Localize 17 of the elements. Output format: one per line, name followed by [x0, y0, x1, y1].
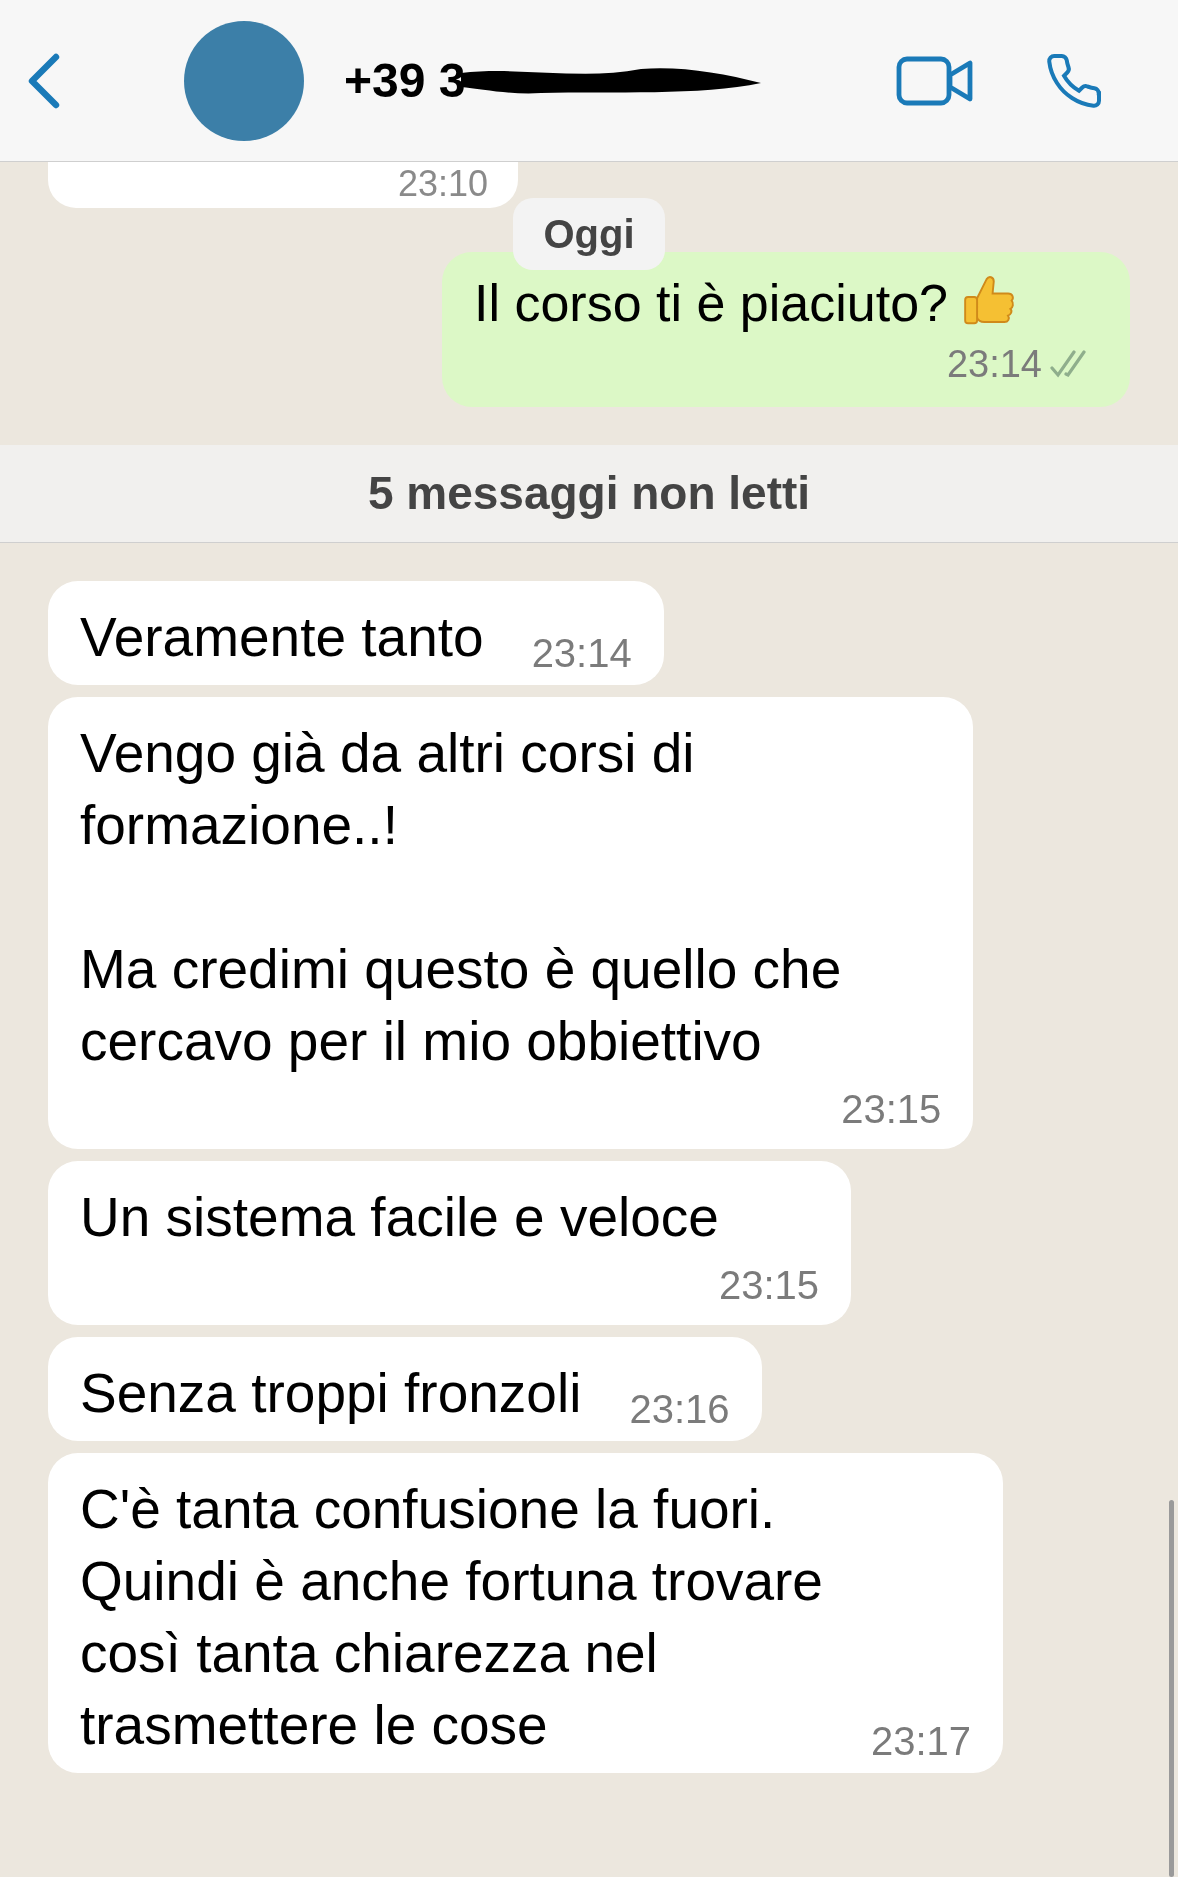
video-call-icon[interactable]	[896, 54, 974, 107]
message-text: Un sistema facile e veloce	[80, 1185, 719, 1250]
message-time: 23:14	[946, 342, 1042, 387]
message-time: 23:17	[870, 1718, 972, 1765]
message-text: Veramente tanto	[80, 605, 484, 670]
date-pill: Oggi	[513, 198, 665, 270]
message-time: 23:15	[717, 1262, 819, 1309]
message-text: Senza troppi fronzoli	[80, 1361, 582, 1426]
message-time: 23:16	[629, 1386, 730, 1433]
unread-count-label: 5 messaggi non letti	[367, 466, 811, 521]
message-text: C'è tanta confusione la fuori. Quindi è anche fortuna trovare così tanta chiarezza nel trasmettere le cose	[80, 1477, 823, 1758]
contact-name[interactable]: +39 3	[344, 44, 466, 117]
message-time: 23:14	[531, 630, 632, 677]
message-time: 23:10	[397, 164, 488, 204]
message-text: Vengo già da altri corsi di formazione..! Ma credimi questo è quello che cercavo per il mio obbiettivo	[80, 721, 842, 1074]
message-time: 23:15	[840, 1086, 942, 1133]
message-text: Il corso ti è piaciuto?	[474, 273, 949, 334]
